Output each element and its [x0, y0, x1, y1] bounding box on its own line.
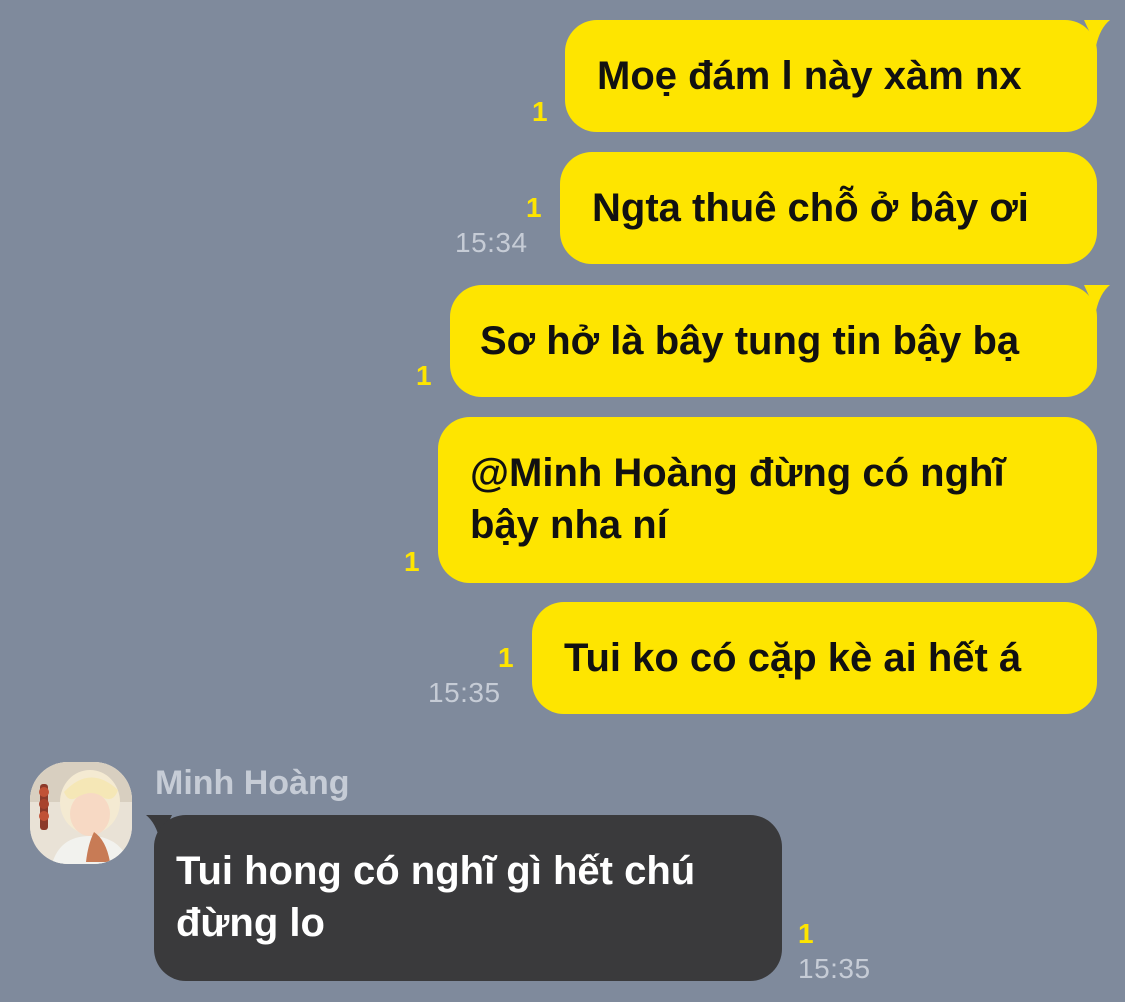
sender-avatar[interactable]: [30, 762, 132, 864]
message-bubble-outgoing[interactable]: Moẹ đám l này xàm nx: [565, 20, 1097, 132]
message-text: Sơ hở là bây tung tin bậy bạ: [480, 319, 1020, 363]
message-text: @Minh Hoàng đừng có nghĩ bậy nha ní: [470, 451, 1005, 547]
unread-count: 1: [404, 546, 420, 577]
message-text: Moẹ đám l này xàm nx: [597, 54, 1022, 98]
message-bubble-outgoing[interactable]: Sơ hở là bây tung tin bậy bạ: [450, 285, 1097, 397]
bubble-tail: [1084, 285, 1110, 311]
message-timestamp: 15:35: [798, 953, 871, 984]
message-text: Ngta thuê chỗ ở bây ơi: [592, 186, 1029, 230]
bubble-tail: [1084, 20, 1110, 46]
message-text: Tui ko có cặp kè ai hết á: [564, 636, 1022, 680]
unread-count: 1: [526, 192, 542, 223]
message-timestamp: 15:35: [428, 677, 501, 708]
unread-count: 1: [498, 642, 514, 673]
message-timestamp: 15:34: [455, 227, 528, 258]
user-avatar-photo-icon: [30, 762, 132, 864]
unread-count: 1: [416, 360, 432, 391]
unread-count: 1: [798, 918, 814, 949]
message-bubble-outgoing[interactable]: Ngta thuê chỗ ở bây ơi: [560, 152, 1097, 264]
message-text: Tui hong có nghĩ gì hết chú đừng lo: [176, 849, 696, 945]
message-bubble-incoming[interactable]: Tui hong có nghĩ gì hết chú đừng lo: [154, 815, 782, 981]
message-bubble-outgoing[interactable]: @Minh Hoàng đừng có nghĩ bậy nha ní: [438, 417, 1097, 583]
sender-name: Minh Hoàng: [155, 764, 350, 802]
unread-count: 1: [532, 96, 548, 127]
message-bubble-outgoing[interactable]: Tui ko có cặp kè ai hết á: [532, 602, 1097, 714]
